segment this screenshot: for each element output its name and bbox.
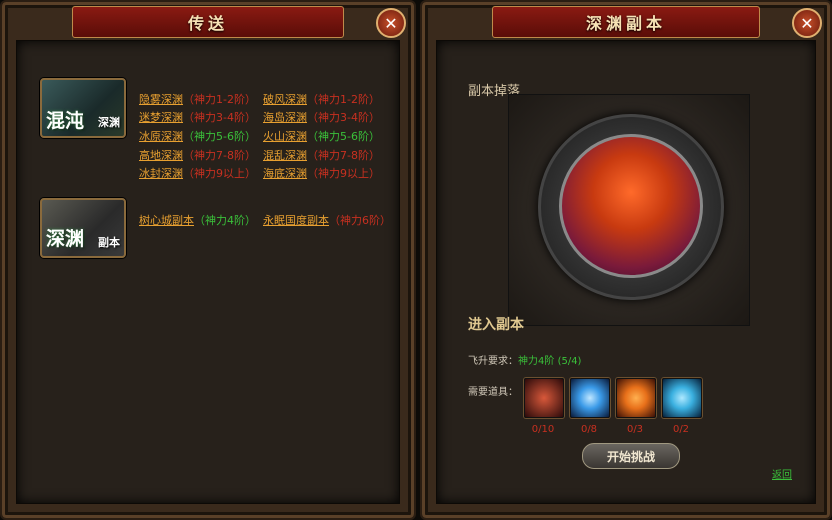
dungeon-requirement: （神力6阶）: [329, 214, 391, 227]
abyss-link[interactable]: 海岛深渊: [263, 111, 307, 124]
close-icon[interactable]: ✕: [376, 8, 406, 38]
chaos-abyss-category-button[interactable]: 混沌 深渊: [40, 78, 126, 138]
abyss-row: 迷梦深渊（神力3-4阶） 海岛深渊（神力3-4阶）: [139, 109, 380, 125]
abyss-row: 冰原深渊（神力5-6阶） 火山深渊（神力5-6阶）: [139, 128, 380, 144]
fire-gem-item-icon[interactable]: [616, 378, 656, 418]
abyss-link[interactable]: 隐雾深渊: [139, 93, 183, 106]
enter-dungeon-label: 进入副本: [468, 317, 524, 333]
abyss-requirement: （神力3-4阶）: [307, 111, 380, 124]
abyss-requirement: （神力5-6阶）: [183, 130, 256, 143]
teleport-titlebar: 传送: [72, 6, 344, 38]
teleport-title: 传送: [187, 14, 228, 33]
abyss-dungeon-panel: 深渊副本 ✕ 副本掉落 进入副本 飞升要求：神力4阶 (5/4) 需要道具： 0…: [420, 0, 832, 520]
category-label-small: 深渊: [98, 116, 120, 129]
abyss-requirement: （神力1-2阶）: [183, 93, 256, 106]
dungeon-requirement: （神力4阶）: [194, 214, 256, 227]
category-label-big: 深渊: [46, 228, 85, 250]
dungeon-link[interactable]: 树心城副本: [139, 214, 194, 227]
abyss-row: 冰封深渊（神力9以上） 海底深渊（神力9以上）: [139, 165, 380, 181]
requirement-progress: (5/4): [557, 356, 582, 367]
abyss-requirement: （神力7-8阶）: [307, 149, 380, 162]
abyss-dungeon-category-button[interactable]: 深渊 副本: [40, 198, 126, 258]
category-label-big: 混沌: [46, 110, 85, 132]
item-count: 0/10: [531, 424, 555, 435]
ice-shard-item-icon[interactable]: [662, 378, 702, 418]
dungeon-titlebar: 深渊副本: [492, 6, 760, 38]
abyss-row: 隐雾深渊（神力1-2阶） 破风深渊（神力1-2阶）: [139, 91, 380, 107]
close-icon[interactable]: ✕: [792, 8, 822, 38]
items-label: 需要道具：: [468, 387, 518, 398]
item-count: 0/3: [626, 424, 644, 435]
dungeon-link[interactable]: 永眠国度副本: [263, 214, 329, 227]
abyss-link[interactable]: 冰原深渊: [139, 130, 183, 143]
item-count: 0/8: [580, 424, 598, 435]
item-count: 0/2: [672, 424, 690, 435]
category-label-small: 副本: [98, 236, 120, 249]
requirement-row: 飞升要求：神力4阶 (5/4): [468, 352, 581, 367]
requirement-label: 飞升要求：: [468, 356, 518, 367]
abyss-link[interactable]: 高地深渊: [139, 149, 183, 162]
abyss-link[interactable]: 迷梦深渊: [139, 111, 183, 124]
abyss-requirement: （神力7-8阶）: [183, 149, 256, 162]
teleport-panel: 传送 ✕ 混沌 深渊 深渊 副本 隐雾深渊（神力1-2阶） 破风深渊（神力1-2…: [0, 0, 416, 520]
abyss-row: 高地深渊（神力7-8阶） 混乱深渊（神力7-8阶）: [139, 147, 380, 163]
dark-orb-item-icon[interactable]: [524, 378, 564, 418]
start-challenge-button[interactable]: 开始挑战: [582, 443, 680, 469]
blue-crystal-item-icon[interactable]: [570, 378, 610, 418]
abyss-link[interactable]: 火山深渊: [263, 130, 307, 143]
abyss-link[interactable]: 冰封深渊: [139, 167, 183, 180]
dungeon-title: 深渊副本: [585, 14, 666, 33]
abyss-link[interactable]: 海底深渊: [263, 167, 307, 180]
abyss-requirement: （神力9以上）: [307, 167, 380, 180]
abyss-link[interactable]: 混乱深渊: [263, 149, 307, 162]
back-link[interactable]: 返回: [772, 466, 792, 481]
abyss-link[interactable]: 破风深渊: [263, 93, 307, 106]
abyss-requirement: （神力1-2阶）: [307, 93, 380, 106]
abyss-requirement: （神力3-4阶）: [183, 111, 256, 124]
boss-portrait: [559, 134, 703, 278]
requirement-value: 神力4阶: [518, 356, 555, 367]
abyss-requirement: （神力5-6阶）: [307, 130, 380, 143]
dungeon-row: 树心城副本（神力4阶） 永眠国度副本（神力6阶）: [139, 212, 391, 228]
abyss-requirement: （神力9以上）: [183, 167, 256, 180]
